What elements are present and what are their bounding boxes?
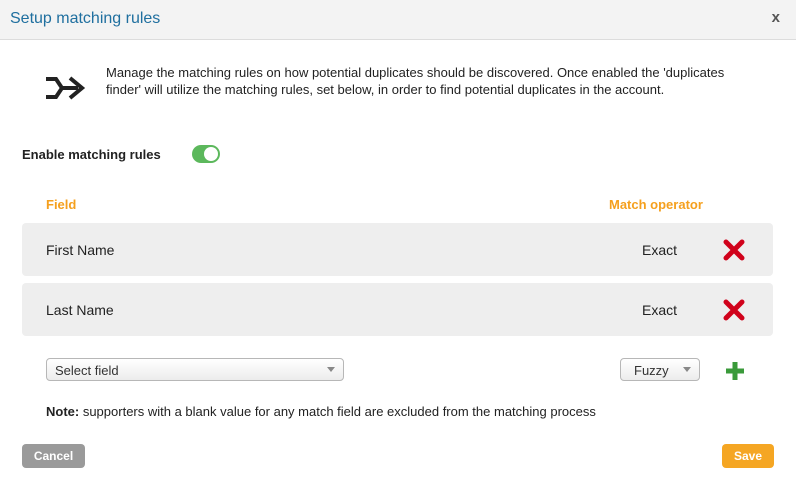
note-body: supporters with a blank value for any ma… [79, 404, 596, 419]
intro-text: Manage the matching rules on how potenti… [106, 65, 725, 97]
note-text: Note: supporters with a blank value for … [46, 404, 596, 419]
plus-icon [726, 362, 744, 380]
cancel-button[interactable]: Cancel [22, 444, 85, 468]
dialog-header: Setup matching rules x [0, 0, 796, 40]
chevron-down-icon [327, 367, 335, 372]
field-select-value: Select field [55, 363, 119, 378]
rule-row: Last Name Exact [22, 283, 773, 336]
rule-row: First Name Exact [22, 223, 773, 276]
note-label: Note: [46, 404, 80, 419]
merge-arrow-icon [44, 75, 86, 106]
save-button[interactable]: Save [722, 444, 774, 468]
delete-rule-button[interactable] [722, 238, 746, 262]
delete-x-icon [723, 299, 745, 321]
close-button[interactable]: x [772, 9, 780, 26]
column-header-field: Field [46, 197, 77, 212]
delete-rule-button[interactable] [722, 298, 746, 322]
rule-field: Last Name [46, 302, 114, 318]
toggle-knob [204, 147, 218, 161]
delete-x-icon [723, 239, 745, 261]
dialog-title: Setup matching rules [10, 10, 161, 27]
enable-matching-toggle[interactable] [192, 145, 220, 163]
operator-select-value: Fuzzy [634, 363, 669, 378]
chevron-down-icon [683, 367, 691, 372]
operator-select[interactable]: Fuzzy [620, 358, 700, 381]
column-header-operator: Match operator [609, 197, 703, 212]
enable-matching-label: Enable matching rules [22, 147, 161, 162]
rule-field: First Name [46, 242, 115, 258]
rule-operator: Exact [642, 242, 678, 258]
add-rule-button[interactable] [724, 360, 746, 382]
field-select[interactable]: Select field [46, 358, 344, 381]
rule-operator: Exact [642, 302, 678, 318]
